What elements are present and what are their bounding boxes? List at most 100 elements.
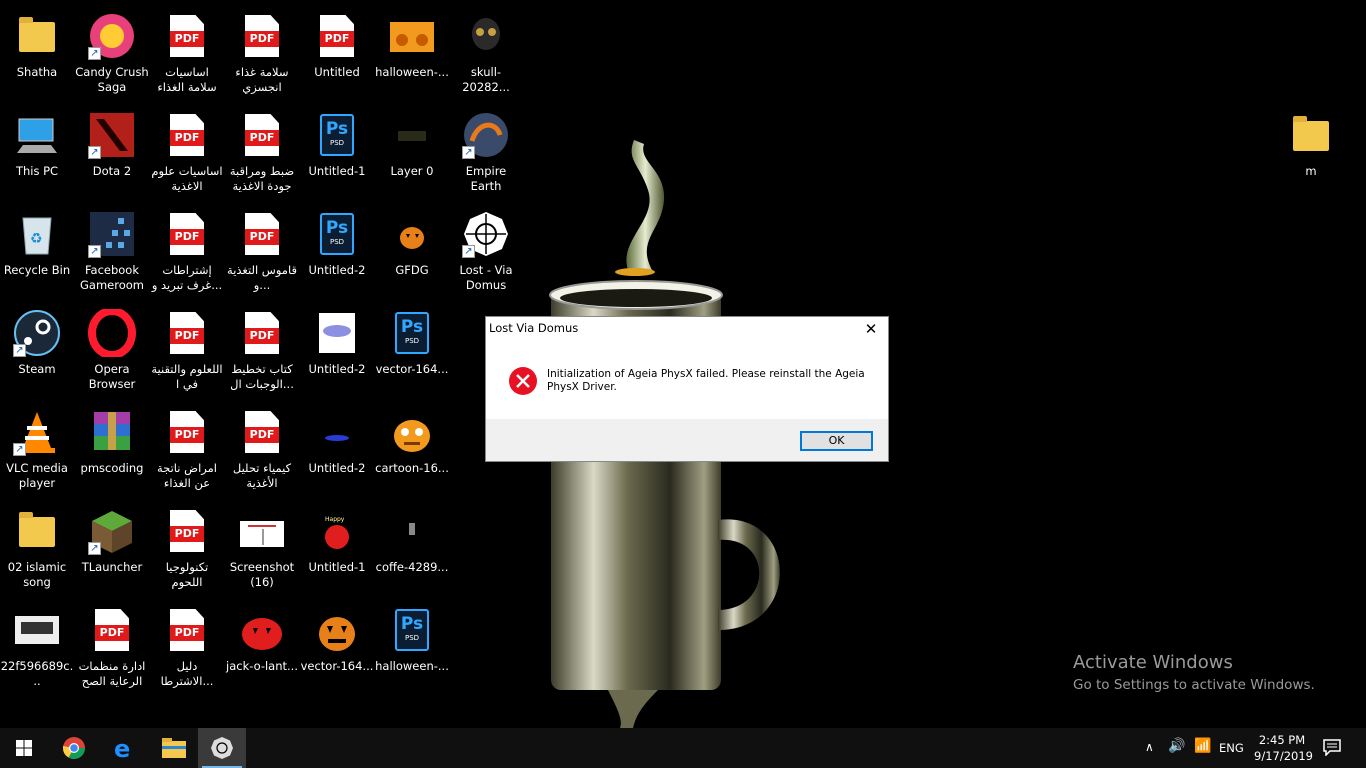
desktop-icon-m-folder[interactable]: m (1274, 105, 1348, 199)
volume-icon[interactable]: 🔊 (1168, 738, 1185, 754)
pdf-file-icon: PDF (245, 312, 279, 354)
desktop-icon-jack-o-lantern[interactable]: jack-o-lant... (225, 600, 299, 694)
dharma-logo-icon: ↗ (462, 210, 510, 258)
desktop-icon-pdf-food-safety-basics[interactable]: PDF اساسيات سلامة الغذاء (150, 6, 224, 100)
show-hidden-icons-button[interactable]: ∧ (1145, 740, 1154, 754)
desktop-icon-22f596689c[interactable]: 22f596689c... (0, 600, 74, 694)
desktop-icon-opera[interactable]: Opera Browser (75, 303, 149, 397)
error-dialog: Lost Via Domus ✕ Initialization of Ageia… (485, 316, 889, 462)
wifi-icon[interactable]: 📶 (1194, 738, 1211, 754)
desktop-icon-islamic-song[interactable]: 02 islamic song (0, 501, 74, 595)
desktop-icon-layer-0[interactable]: Layer 0 (375, 105, 449, 199)
dialog-close-button[interactable]: ✕ (860, 319, 882, 339)
desktop-icon-untitled-1-halloween[interactable]: Happy Untitled-1 (300, 501, 374, 595)
desktop-icon-vlc[interactable]: ↗ VLC media player (0, 402, 74, 496)
desktop-icon-coffe-4289[interactable]: coffe-4289... (375, 501, 449, 595)
desktop-icon-halloween-psd[interactable]: Ps PSD halloween-... (375, 600, 449, 694)
activate-windows-watermark: Activate Windows Go to Settings to activ… (1073, 652, 1315, 693)
folder-icon (162, 738, 186, 758)
action-center-button[interactable] (1322, 738, 1342, 757)
candy-crush-icon: ↗ (88, 12, 136, 60)
taskbar-edge[interactable]: e (100, 728, 148, 768)
desktop-icon-pdf-nutrition-dictionary[interactable]: PDF قاموس التغذية و... (225, 204, 299, 298)
desktop-icon-pdf-meal-planning[interactable]: PDF كتاب تخطيط الوجبات ال... (225, 303, 299, 397)
photoshop-file-icon: Ps PSD (320, 114, 354, 156)
desktop-icon-shatha[interactable]: Shatha (0, 6, 74, 100)
desktop-icon-lost-via-domus[interactable]: ↗ Lost - Via Domus (449, 204, 523, 298)
pdf-file-icon: PDF (170, 15, 204, 57)
desktop-icon-pdf-cold-rooms[interactable]: PDF إشتراطات غرف تبريد و... (150, 204, 224, 298)
image-file-icon (13, 606, 61, 654)
desktop-icon-pdf-food-safety-en[interactable]: PDF سلامة غذاء انجسزي (225, 6, 299, 100)
desktop-icon-this-pc[interactable]: This PC (0, 105, 74, 199)
desktop-icon-facebook-gameroom[interactable]: ↗ Facebook Gameroom (75, 204, 149, 298)
taskbar-chrome[interactable] (50, 728, 98, 768)
shortcut-arrow-icon: ↗ (88, 245, 101, 258)
taskbar-lost-via-domus[interactable] (198, 728, 246, 768)
desktop-icon-pdf-foodborne-diseases[interactable]: PDF امراض ناتجة عن الغذاء (150, 402, 224, 496)
desktop-icon-screenshot-16[interactable]: Screenshot (16) (225, 501, 299, 595)
shortcut-arrow-icon: ↗ (13, 443, 26, 456)
desktop-icon-tlauncher[interactable]: ↗ TLauncher (75, 501, 149, 595)
desktop-icon-vector-164-pumpkin[interactable]: vector-164... (300, 600, 374, 694)
desktop-icon-pdf-science-tech[interactable]: PDF اللعلوم والتقنية في ا (150, 303, 224, 397)
pdf-file-icon: PDF (170, 114, 204, 156)
pdf-file-icon: PDF (245, 15, 279, 57)
empire-earth-icon: ↗ (462, 111, 510, 159)
pdf-file-icon: PDF (170, 510, 204, 552)
desktop-icon-empire-earth[interactable]: ↗ Empire Earth (449, 105, 523, 199)
pdf-file-icon: PDF (245, 213, 279, 255)
pdf-file-icon: PDF (170, 213, 204, 255)
desktop-icon-untitled-1-psd[interactable]: Ps PSD Untitled-1 (300, 105, 374, 199)
pdf-file-icon: PDF (245, 114, 279, 156)
desktop-icon-gfdg[interactable]: GFDG (375, 204, 449, 298)
desktop-icon-candy-crush[interactable]: ↗ Candy Crush Saga (75, 6, 149, 100)
shortcut-arrow-icon: ↗ (88, 146, 101, 159)
desktop-icon-pdf-food-science[interactable]: PDF اساسيات علوم الاغذية (150, 105, 224, 199)
steam-icon: ↗ (13, 309, 61, 357)
desktop-icon-cartoon-16[interactable]: cartoon-16... (375, 402, 449, 496)
desktop-icon-untitled-pdf[interactable]: PDF Untitled (300, 6, 374, 100)
svg-text:e: e (114, 736, 130, 760)
minecraft-block-icon: ↗ (88, 507, 136, 555)
desktop-icon-untitled-2-blue[interactable]: Untitled-2 (300, 402, 374, 496)
clock-time: 2:45 PM (1258, 733, 1306, 747)
chrome-icon (63, 737, 85, 759)
clock[interactable]: 2:45 PM 9/17/2019 (1254, 732, 1313, 764)
desktop-icon-recycle-bin[interactable]: ♻ Recycle Bin (0, 204, 74, 298)
desktop-icon-steam[interactable]: ↗ Steam (0, 303, 74, 397)
pdf-file-icon: PDF (170, 312, 204, 354)
pumpkin-icon (388, 210, 436, 258)
taskbar-file-explorer[interactable] (150, 728, 198, 768)
dharma-logo-icon (211, 737, 233, 759)
computer-icon (13, 111, 61, 159)
pumpkin-icon: Happy (313, 507, 361, 555)
desktop-icon-pdf-meat-tech[interactable]: PDF تكنولوجيا اللحوم (150, 501, 224, 595)
ok-button[interactable]: OK (800, 431, 873, 451)
notification-icon (1323, 739, 1341, 757)
desktop-icon-pdf-guide[interactable]: PDF دليل الاشترطا... (150, 600, 224, 694)
activate-windows-title: Activate Windows (1073, 652, 1233, 673)
dialog-footer: OK (486, 419, 888, 461)
desktop-icon-untitled-2-psd[interactable]: Ps PSD Untitled-2 (300, 204, 374, 298)
dota-2-icon: ↗ (88, 111, 136, 159)
vlc-cone-icon: ↗ (13, 408, 61, 456)
desktop-icon-pdf-management[interactable]: PDF ادارة منظمات الرعاية الصح (75, 600, 149, 694)
desktop-icon-halloween-image[interactable]: halloween-... (375, 6, 449, 100)
desktop-icon-pdf-food-chemistry[interactable]: PDF كيمياء تحليل الأغذية (225, 402, 299, 496)
desktop-icon-untitled-2-image[interactable]: Untitled-2 (300, 303, 374, 397)
shortcut-arrow-icon: ↗ (88, 47, 101, 60)
taskbar: e ∧ 🔊 📶 ENG 2:45 PM 9/17/2019 (0, 728, 1366, 768)
folder-icon (1293, 116, 1329, 151)
desktop-icon-pdf-quality-control[interactable]: PDF ضبط ومراقبة جودة الاغذية (225, 105, 299, 199)
start-button[interactable] (0, 728, 48, 768)
image-file-icon (238, 507, 286, 555)
desktop-icon-vector-164-psd[interactable]: Ps PSD vector-164... (375, 303, 449, 397)
desktop-icon-skull[interactable]: skull-20282... (449, 6, 523, 100)
image-file-icon (313, 408, 361, 456)
desktop-icon-pmscoding[interactable]: pmscoding (75, 402, 149, 496)
desktop-icon-dota-2[interactable]: ↗ Dota 2 (75, 105, 149, 199)
language-indicator[interactable]: ENG (1219, 741, 1244, 755)
activate-windows-subtitle: Go to Settings to activate Windows. (1073, 677, 1315, 693)
dialog-message: Initialization of Ageia PhysX failed. Pl… (547, 368, 865, 393)
